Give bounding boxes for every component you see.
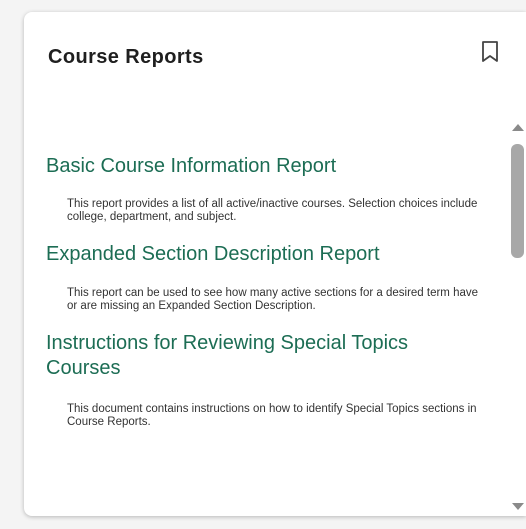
report-description: This report provides a list of all activ…	[67, 198, 478, 223]
list-item: Expanded Section Description Report This…	[46, 242, 486, 313]
card-title: Course Reports	[48, 46, 204, 68]
bookmark-icon[interactable]	[480, 40, 500, 64]
report-link-basic-course-information[interactable]: Basic Course Information Report	[46, 154, 486, 179]
list-item: Instructions for Reviewing Special Topic…	[46, 331, 486, 429]
report-link-special-topics-instructions[interactable]: Instructions for Reviewing Special Topic…	[46, 331, 486, 381]
report-list: Basic Course Information Report This rep…	[46, 154, 486, 429]
report-description: This report can be used to see how many …	[67, 287, 479, 312]
report-description: This document contains instructions on h…	[67, 403, 477, 428]
scroll-down-arrow-icon[interactable]	[512, 503, 524, 510]
course-reports-card: Course Reports Basic Course Information …	[24, 12, 526, 516]
scroll-up-arrow-icon[interactable]	[512, 124, 524, 131]
list-item: Basic Course Information Report This rep…	[46, 154, 486, 224]
scrollbar-thumb[interactable]	[511, 144, 524, 258]
vertical-scrollbar[interactable]	[508, 120, 526, 516]
report-link-expanded-section-description[interactable]: Expanded Section Description Report	[46, 242, 486, 267]
